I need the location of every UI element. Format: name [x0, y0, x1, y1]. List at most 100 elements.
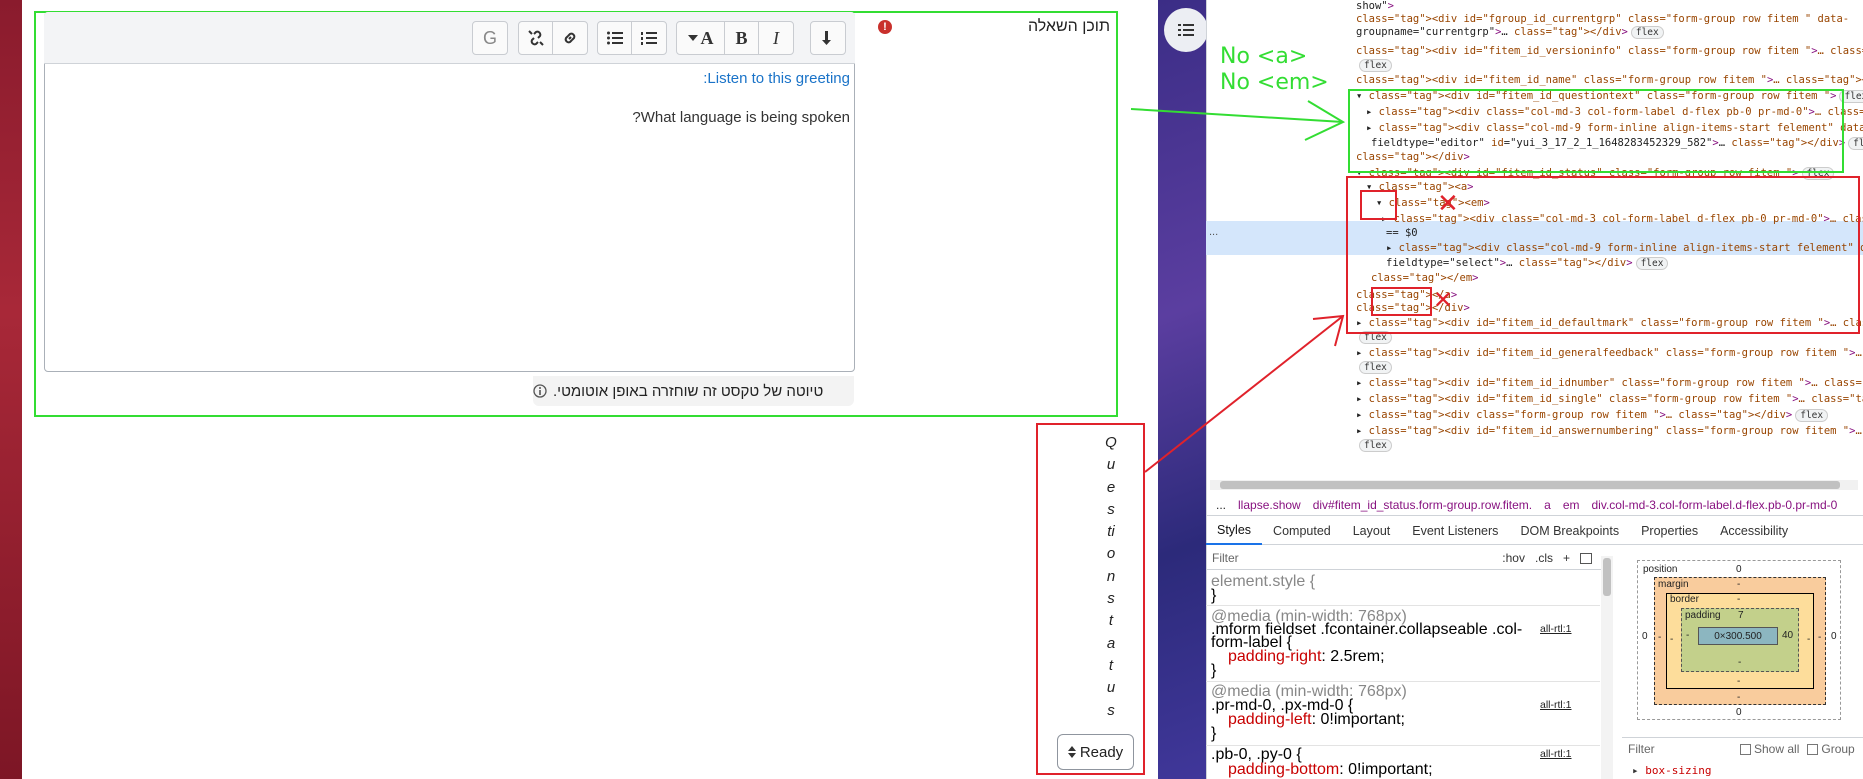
draft-restored-note: טיוטה של טקסט זה שוחזרה באופן אוטומטי.: [533, 376, 854, 406]
style-declaration[interactable]: padding-left: 0!important;: [1228, 712, 1405, 728]
tab-accessibility[interactable]: Accessibility: [1709, 517, 1799, 545]
status-select[interactable]: Ready: [1057, 734, 1134, 770]
box-model-value: -: [1738, 657, 1742, 668]
status-letter: u: [1106, 456, 1116, 474]
style-rule-close: }: [1211, 725, 1217, 742]
flex-badge[interactable]: flex: [1359, 361, 1392, 374]
breadcrumb-item[interactable]: div.col-md-3.col-form-label.d-flex.pb-0.…: [1592, 498, 1838, 512]
editor-content[interactable]: Listen to this greeting: What language i…: [60, 68, 850, 126]
dom-node-line[interactable]: ▸ class="tag"><div id="fitem_id_generalf…: [1356, 346, 1863, 361]
tab-computed[interactable]: Computed: [1262, 517, 1342, 545]
status-letter: Q: [1105, 434, 1117, 451]
bold-button[interactable]: B: [725, 22, 759, 54]
dom-node-line[interactable]: ▸ class="tag"><div id="fitem_id_single" …: [1356, 392, 1863, 407]
computed-filter-input[interactable]: Filter: [1628, 742, 1732, 756]
box-model-label: position: [1643, 564, 1678, 575]
breadcrumb-item[interactable]: a: [1544, 498, 1551, 512]
style-source-link[interactable]: all-rtl:1: [1540, 699, 1572, 711]
box-model-value: 7: [1738, 610, 1744, 621]
annotation-text: No <a> No <em>: [1220, 44, 1329, 96]
status-letter: t: [1108, 612, 1114, 630]
breadcrumb-item[interactable]: llapse.show: [1238, 498, 1301, 512]
status-letter: a: [1106, 634, 1116, 652]
toolbar-group-undo: [810, 21, 846, 55]
dom-node-line[interactable]: class="tag"><div id="fitem_id_name" clas…: [1356, 73, 1863, 88]
horizontal-scrollbar[interactable]: [1210, 480, 1858, 490]
status-highlight-box: [1036, 423, 1145, 775]
box-model-value: -: [1818, 632, 1822, 643]
numbered-list-icon[interactable]: [632, 22, 666, 54]
atto-editor[interactable]: [44, 12, 855, 372]
dom-node-line[interactable]: flex: [1356, 58, 1392, 73]
dom-node-line[interactable]: ▸ class="tag"><div id="fitem_id_answernu…: [1356, 424, 1863, 439]
dom-node-line[interactable]: class="tag"><div id="fitem_id_versioninf…: [1356, 44, 1863, 59]
new-rule-button[interactable]: +: [1563, 551, 1570, 565]
style-declaration[interactable]: padding-right: 2.5rem;: [1228, 649, 1385, 665]
flex-badge[interactable]: flex: [1848, 137, 1863, 150]
link-icon[interactable]: [553, 22, 587, 54]
styles-scrollbar[interactable]: [1601, 556, 1613, 779]
status-letter: t: [1108, 656, 1114, 674]
background-strip: [0, 0, 22, 779]
status-letter: ti: [1107, 523, 1115, 541]
dom-node-line[interactable]: ▸ class="tag"><div class="form-group row…: [1356, 408, 1829, 423]
bullet-list-icon[interactable]: [598, 22, 632, 54]
tab-event-listeners[interactable]: Event Listeners: [1401, 517, 1509, 545]
style-rule-close: }: [1211, 662, 1217, 679]
select-updown-icon: [1067, 746, 1076, 758]
box-model-label: padding: [1685, 610, 1721, 621]
annotation-green-rect: [1348, 89, 1844, 173]
flex-badge[interactable]: flex: [1795, 409, 1829, 422]
flex-badge[interactable]: flex: [1359, 59, 1392, 72]
unlink-icon[interactable]: [519, 22, 553, 54]
box-model-padding: padding 7 - 40 - 0×300.500: [1681, 608, 1799, 672]
dom-node-line[interactable]: groupname="currentgrp">… class="tag"></d…: [1356, 25, 1664, 40]
box-model-content: 0×300.500: [1698, 627, 1778, 645]
annotation-x-mark: ✕: [1433, 287, 1454, 314]
box-model-value: -: [1686, 630, 1690, 641]
tab-properties[interactable]: Properties: [1630, 517, 1709, 545]
dom-breadcrumbs: ... llapse.show div#fitem_id_status.form…: [1206, 494, 1863, 516]
drawer-toggle-button[interactable]: [1164, 8, 1208, 52]
italic-button[interactable]: I: [759, 22, 793, 54]
flex-badge[interactable]: flex: [1359, 439, 1392, 452]
styles-filter-bar: Filter :hov .cls +: [1206, 546, 1602, 570]
group-checkbox[interactable]: Group: [1807, 742, 1855, 756]
show-all-checkbox[interactable]: Show all: [1740, 742, 1799, 756]
computed-filter-bar: Filter Show all Group: [1622, 737, 1863, 759]
return-arrow-icon[interactable]: [811, 22, 845, 54]
tab-styles[interactable]: Styles: [1206, 517, 1263, 545]
required-error-icon: !: [878, 20, 892, 34]
style-rule-selector: .pb-0, .py-0 {: [1211, 746, 1302, 763]
dom-node-line[interactable]: flex: [1356, 360, 1392, 375]
hov-toggle[interactable]: :hov: [1502, 551, 1525, 565]
box-model-value: 40: [1782, 630, 1794, 641]
style-source-link[interactable]: all-rtl:1: [1540, 623, 1572, 635]
chevron-down-icon: [687, 35, 698, 41]
box-model-value: -: [1807, 634, 1811, 645]
style-declaration[interactable]: padding-bottom: 0!important;: [1228, 762, 1433, 778]
greeting-link[interactable]: Listen to this greeting:: [60, 70, 850, 87]
dom-node-line[interactable]: ▸ class="tag"><div id="fitem_id_idnumber…: [1356, 376, 1863, 391]
sidebar-toggle-icon[interactable]: [1580, 552, 1592, 564]
annotation-x-mark: ✕: [1437, 188, 1459, 218]
computed-property[interactable]: ▸ box-sizing: [1632, 764, 1711, 777]
accessibility-checker-button[interactable]: G: [473, 22, 507, 54]
style-source-link[interactable]: all-rtl:1: [1540, 748, 1572, 760]
breadcrumb-item[interactable]: div#fitem_id_status.form-group.row.fitem…: [1313, 498, 1532, 512]
breadcrumb-item[interactable]: em: [1563, 498, 1580, 512]
font-color-button[interactable]: A: [677, 22, 725, 54]
tab-layout[interactable]: Layout: [1342, 517, 1402, 545]
toolbar-group-links: [518, 21, 588, 55]
tab-dom-breakpoints[interactable]: DOM Breakpoints: [1509, 517, 1630, 545]
dom-node-line[interactable]: flex: [1356, 438, 1392, 453]
cls-toggle[interactable]: .cls: [1535, 551, 1553, 565]
list-icon: [1178, 24, 1194, 36]
box-model-value: -: [1737, 594, 1741, 605]
styles-filter-input[interactable]: Filter: [1212, 551, 1239, 565]
status-letter: e: [1106, 478, 1116, 496]
annotation-no-em: No <em>: [1220, 70, 1329, 95]
breadcrumb-item[interactable]: ...: [1216, 498, 1226, 512]
row-ellipsis[interactable]: ...: [1209, 226, 1218, 238]
flex-badge[interactable]: flex: [1630, 26, 1664, 39]
